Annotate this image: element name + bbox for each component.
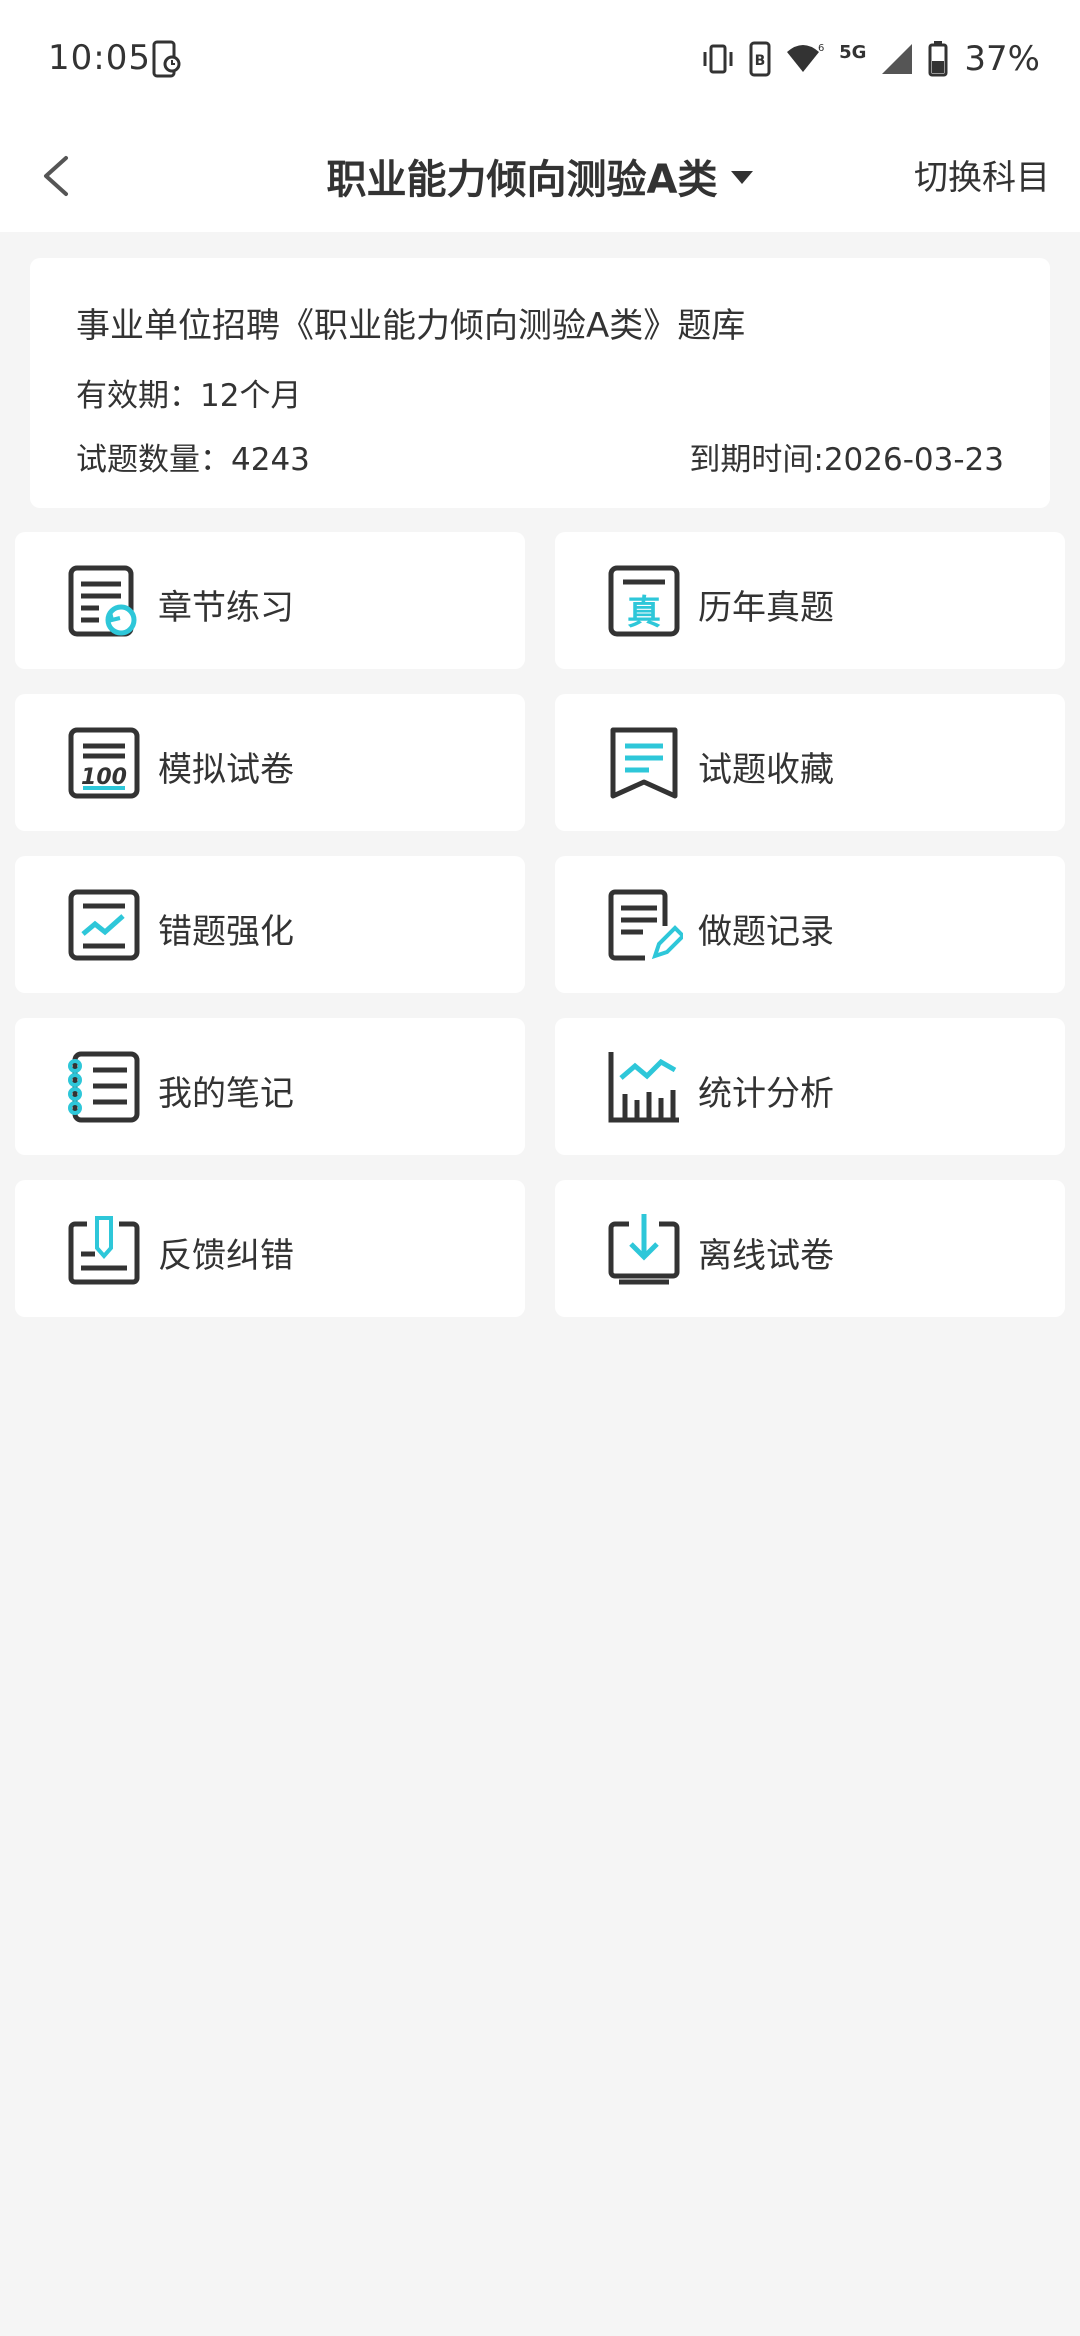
question-bank-title: 事业单位招聘《职业能力倾向测验A类》题库 xyxy=(76,306,746,346)
menu-feedback[interactable]: 反馈纠错 xyxy=(15,1180,525,1317)
svg-text:6: 6 xyxy=(818,43,824,54)
menu-favorites[interactable]: 试题收藏 xyxy=(555,694,1065,831)
answer-history-icon xyxy=(608,889,683,961)
favorites-icon xyxy=(610,727,678,799)
menu-chapter-practice[interactable]: 章节练习 xyxy=(15,532,525,669)
menu-label: 章节练习 xyxy=(158,588,294,628)
menu-past-papers[interactable]: 真 历年真题 xyxy=(555,532,1065,669)
status-time: 10:05 xyxy=(48,38,151,78)
statistics-icon xyxy=(608,1052,679,1123)
menu-label: 我的笔记 xyxy=(158,1074,294,1114)
wrong-questions-icon xyxy=(68,889,140,961)
menu-offline-papers[interactable]: 离线试卷 xyxy=(555,1180,1065,1317)
past-papers-icon: 真 xyxy=(608,565,680,637)
svg-text:真: 真 xyxy=(627,593,661,633)
status-bar: 10:05 B 6 5G 37% xyxy=(0,0,1080,120)
question-count: 试题数量：4243 xyxy=(76,442,310,478)
menu-label: 反馈纠错 xyxy=(158,1236,294,1276)
switch-subject-button[interactable]: 切换科目 xyxy=(914,150,1050,199)
menu-statistics[interactable]: 统计分析 xyxy=(555,1018,1065,1155)
phone-sync-icon xyxy=(152,40,181,78)
navigation-bar: 职业能力倾向测验A类 切换科目 xyxy=(0,120,1080,232)
validity-period: 有效期：12个月 xyxy=(76,378,302,414)
battery-percent: 37% xyxy=(964,39,1040,79)
menu-label: 模拟试卷 xyxy=(158,750,294,790)
caret-down-icon xyxy=(731,170,754,184)
question-bank-info-card: 事业单位招聘《职业能力倾向测验A类》题库 有效期：12个月 试题数量：4243 … xyxy=(30,258,1050,508)
nfc-icon: B xyxy=(749,41,771,77)
wifi-icon: 6 xyxy=(787,43,824,72)
menu-label: 统计分析 xyxy=(698,1074,834,1114)
status-icons: B 6 5G 37% xyxy=(701,36,1040,82)
expiry-date: 到期时间:2026-03-23 xyxy=(689,442,1004,478)
menu-wrong-questions[interactable]: 错题强化 xyxy=(15,856,525,993)
svg-text:B: B xyxy=(755,53,766,69)
menu-mock-exam[interactable]: 100 模拟试卷 xyxy=(15,694,525,831)
offline-download-icon xyxy=(608,1214,680,1285)
menu-answer-history[interactable]: 做题记录 xyxy=(555,856,1065,993)
menu-notes[interactable]: 我的笔记 xyxy=(15,1018,525,1155)
menu-label: 离线试卷 xyxy=(698,1236,834,1276)
feedback-icon xyxy=(68,1216,140,1285)
network-type: 5G xyxy=(839,41,867,63)
menu-label: 错题强化 xyxy=(158,912,294,952)
menu-label: 试题收藏 xyxy=(698,750,834,790)
signal-icon xyxy=(882,44,913,74)
chapter-practice-icon xyxy=(68,565,137,637)
menu-label: 历年真题 xyxy=(698,588,834,628)
menu-label: 做题记录 xyxy=(698,912,834,952)
notes-icon xyxy=(68,1051,140,1123)
mock-exam-icon: 100 xyxy=(68,727,140,799)
page-title: 职业能力倾向测验A类 xyxy=(326,157,718,203)
battery-icon xyxy=(928,41,948,77)
vibrate-icon xyxy=(703,44,733,74)
